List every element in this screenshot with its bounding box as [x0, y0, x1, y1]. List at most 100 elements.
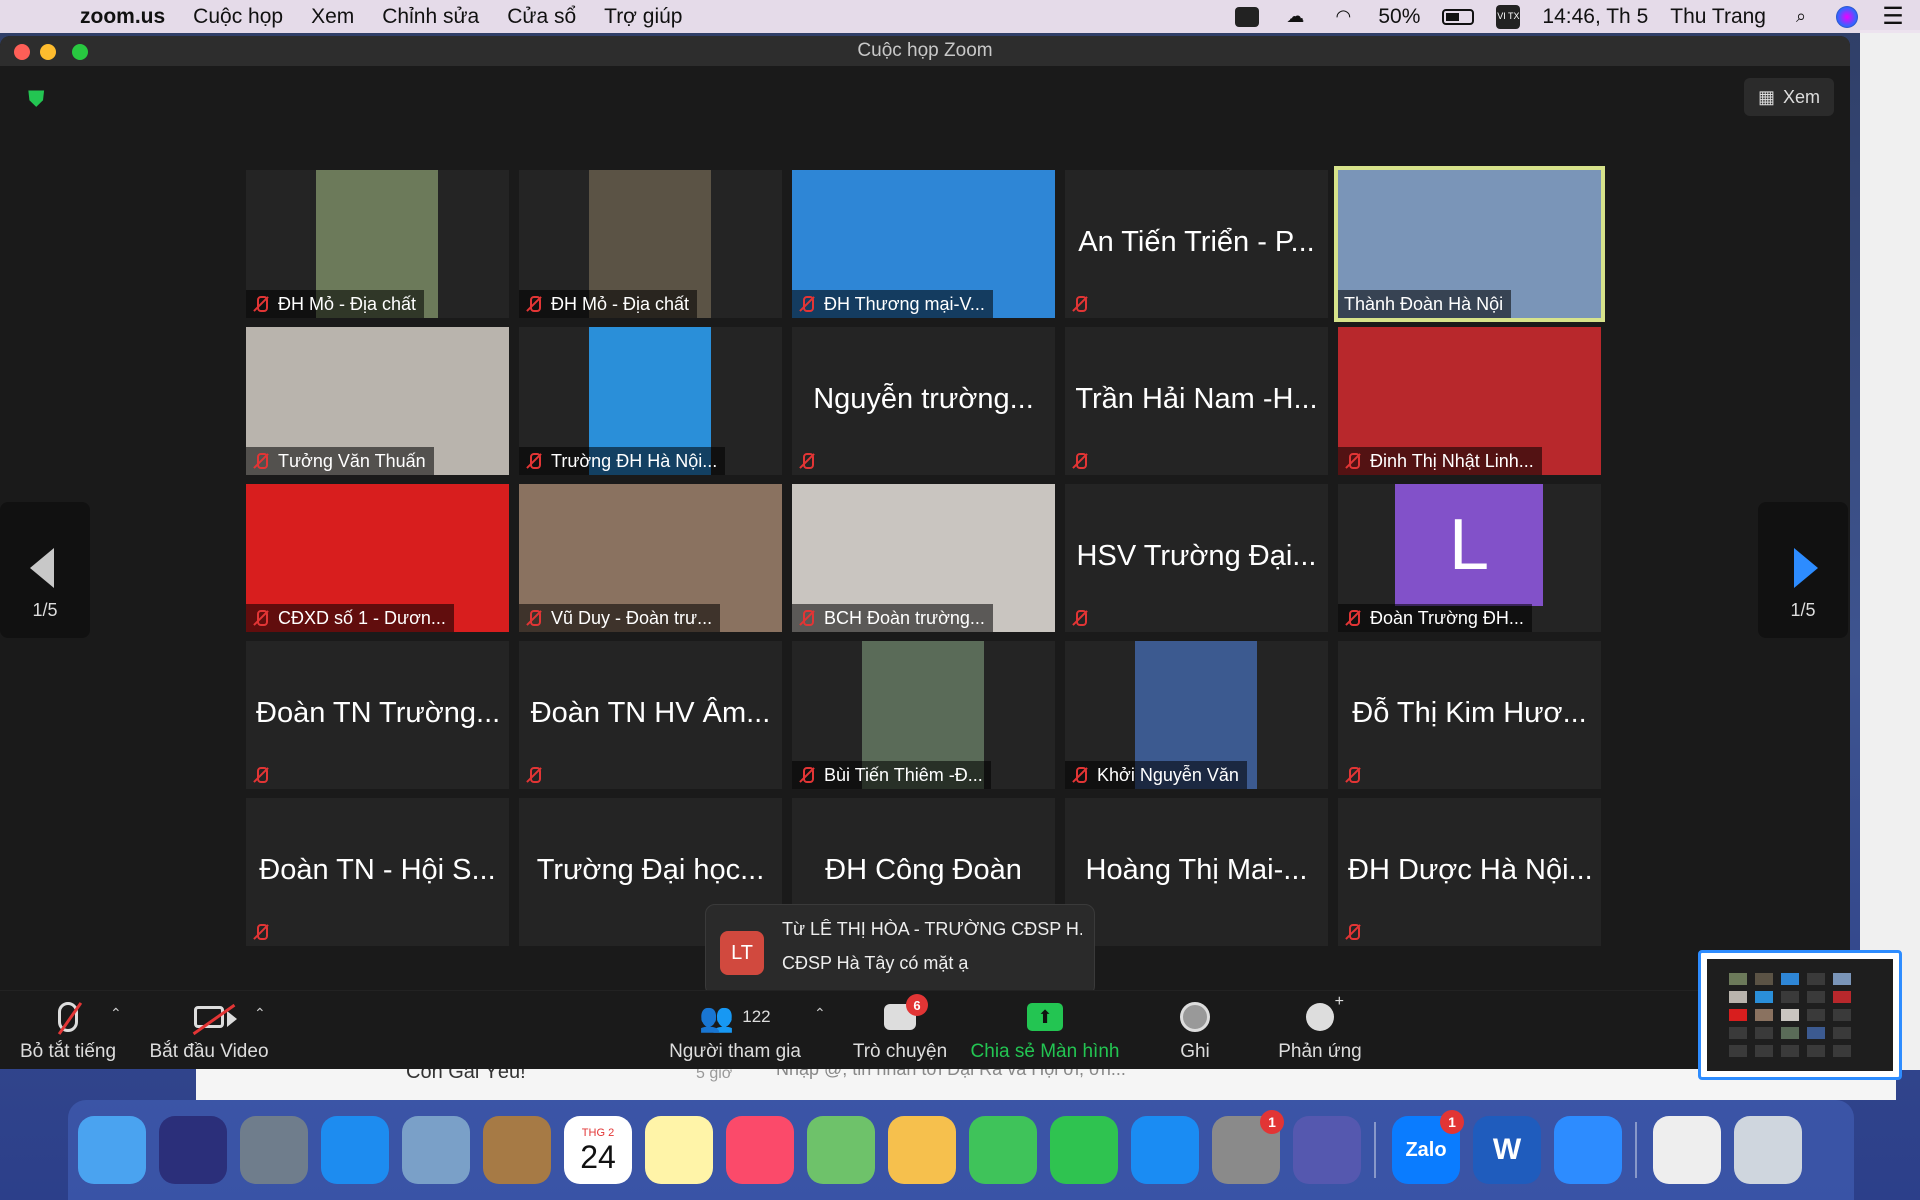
close-window-button[interactable]	[14, 44, 30, 60]
participant-tile[interactable]: CĐXD số 1 - Dươn...	[246, 484, 509, 632]
battery-icon[interactable]	[1442, 8, 1475, 25]
contacts-icon[interactable]	[483, 1116, 551, 1184]
participant-tile[interactable]: BCH Đoàn trường...	[792, 484, 1055, 632]
menu-edit[interactable]: Chỉnh sửa	[382, 5, 479, 29]
mail-stamp-icon[interactable]	[402, 1116, 470, 1184]
participant-tile[interactable]: ĐH Dược Hà Nội...	[1338, 798, 1601, 946]
participant-tile[interactable]: Hoàng Thị Mai-...	[1065, 798, 1328, 946]
participant-tile[interactable]: ĐH Mỏ - Địa chất	[519, 170, 782, 318]
microphone-muted-icon	[58, 1002, 78, 1032]
zalo-icon[interactable]: Zalo 1	[1392, 1110, 1464, 1184]
page-indicator-right: 1/5	[1790, 600, 1816, 620]
clock[interactable]: 14:46, Th 5	[1542, 5, 1648, 29]
notification-center-icon[interactable]: ☰	[1880, 3, 1906, 30]
preview-tile	[1781, 1045, 1799, 1057]
share-screen-button[interactable]: ⬆ Chia sẻ Màn hình	[970, 999, 1120, 1063]
word-icon[interactable]: W	[1473, 1116, 1541, 1184]
trash-icon[interactable]	[1734, 1116, 1802, 1184]
minimize-window-button[interactable]	[40, 44, 56, 60]
finder-icon[interactable]	[78, 1116, 146, 1184]
menu-help[interactable]: Trợ giúp	[604, 5, 682, 29]
notes-icon[interactable]	[645, 1116, 713, 1184]
participant-tile[interactable]: Đoàn TN Trường...	[246, 641, 509, 789]
background-window-edge	[1860, 30, 1920, 1070]
participants-count: 122	[742, 1007, 771, 1026]
participant-tile[interactable]: Tưởng Văn Thuấn	[246, 327, 509, 475]
zoom-icon[interactable]	[1554, 1116, 1622, 1184]
maps-icon[interactable]	[807, 1116, 875, 1184]
user-name[interactable]: Thu Trang	[1670, 5, 1766, 29]
participant-name-bar: Vũ Duy - Đoàn trư...	[519, 604, 721, 632]
participant-name: ĐH Thương mại-V...	[824, 293, 985, 314]
participant-tile[interactable]: L Đoàn Trường ĐH...	[1338, 484, 1601, 632]
menu-meeting[interactable]: Cuộc họp	[193, 5, 283, 29]
encryption-shield-icon[interactable]: ⛊	[28, 86, 50, 112]
photos-icon[interactable]	[888, 1116, 956, 1184]
participant-tile[interactable]: Vũ Duy - Đoàn trư...	[519, 484, 782, 632]
participants-caret-icon[interactable]: ⌃	[814, 1005, 826, 1022]
safari-icon[interactable]	[321, 1116, 389, 1184]
meeting-preview-thumbnail[interactable]	[1698, 950, 1902, 1080]
participant-tile[interactable]: Nguyễn trường...	[792, 327, 1055, 475]
participant-tile[interactable]: Trần Hải Nam -H...	[1065, 327, 1328, 475]
participant-tile[interactable]: Đoàn TN HV Âm...	[519, 641, 782, 789]
participant-name-bar: CĐXD số 1 - Dươn...	[246, 604, 454, 632]
appstore-icon[interactable]	[1131, 1116, 1199, 1184]
participant-tile[interactable]: HSV Trường Đại...	[1065, 484, 1328, 632]
launchpad-icon[interactable]	[240, 1116, 308, 1184]
page-indicator-left: 1/5	[32, 600, 58, 620]
muted-mic-icon	[523, 293, 545, 315]
creative-cloud-icon[interactable]: ☁	[1282, 6, 1308, 28]
view-button[interactable]: ▦ Xem	[1744, 78, 1834, 116]
fullscreen-window-button[interactable]	[72, 44, 88, 60]
participant-tile[interactable]: ĐH Thương mại-V...	[792, 170, 1055, 318]
participant-tile[interactable]: Đỗ Thị Kim Hươ...	[1338, 641, 1601, 789]
participant-tile[interactable]: Bùi Tiến Thiêm -Đ...	[792, 641, 1055, 789]
audio-options-caret-icon[interactable]: ⌃	[110, 1005, 122, 1022]
music-icon[interactable]	[726, 1116, 794, 1184]
calendar-icon[interactable]: THG 2 24	[564, 1116, 632, 1184]
participant-tile[interactable]: Khởi Nguyễn Văn	[1065, 641, 1328, 789]
participant-name-bar	[519, 918, 527, 946]
participant-name-bar: Tưởng Văn Thuấn	[246, 447, 434, 475]
system-preferences-icon[interactable]: 1	[1212, 1110, 1284, 1184]
input-method-icon[interactable]: VI TX	[1496, 4, 1521, 29]
chat-notification-popup[interactable]: LT Từ LÊ THỊ HÒA - TRƯỜNG CĐSP H... CĐSP…	[705, 904, 1095, 1007]
messages-icon[interactable]	[969, 1116, 1037, 1184]
participant-avatar: L	[1395, 484, 1543, 606]
meeting-toolbar: Bỏ tắt tiếng ⌃ Bắt đầu Video ⌃ 👥 122 Ngư…	[0, 990, 1850, 1069]
video-options-caret-icon[interactable]: ⌃	[254, 1005, 266, 1022]
participants-button[interactable]: 👥 122 Người tham gia	[665, 999, 805, 1063]
participant-tile[interactable]: ĐH Mỏ - Địa chất	[246, 170, 509, 318]
participant-name-bar: BCH Đoàn trường...	[792, 604, 993, 632]
participant-tile[interactable]: Trường ĐH Hà Nội...	[519, 327, 782, 475]
siri-icon[interactable]	[1836, 5, 1858, 28]
spotlight-icon[interactable]: ⌕	[1788, 6, 1814, 28]
participant-name-bar	[1065, 604, 1099, 632]
reactions-button[interactable]: Phản ứng	[1275, 993, 1365, 1063]
next-page-button[interactable]: 1/5	[1758, 502, 1848, 638]
participant-tile[interactable]: Đoàn TN - Hội S...	[246, 798, 509, 946]
wifi-icon[interactable]: ◠	[1330, 6, 1356, 28]
zoom-status-icon[interactable]	[1234, 6, 1260, 28]
participant-tile[interactable]: Đinh Thị Nhật Linh...	[1338, 327, 1601, 475]
participant-display-name: Trần Hải Nam -H...	[1075, 383, 1318, 415]
siri-icon[interactable]	[159, 1116, 227, 1184]
dock-badge: 1	[1260, 1110, 1284, 1134]
chat-button[interactable]: 6 Trò chuyện	[845, 994, 955, 1063]
menu-view[interactable]: Xem	[311, 5, 354, 29]
participant-tile[interactable]: Thành Đoàn Hà Nội	[1334, 166, 1605, 322]
participant-name: BCH Đoàn trường...	[824, 607, 985, 628]
menu-bar: zoom.us Cuộc họp Xem Chỉnh sửa Cửa sổ Tr…	[0, 0, 1920, 33]
unmute-button[interactable]: Bỏ tắt tiếng	[18, 999, 118, 1063]
record-button[interactable]: Ghi	[1160, 999, 1230, 1063]
menu-app-name[interactable]: zoom.us	[80, 5, 165, 29]
participant-tile[interactable]: An Tiến Triển - P...	[1065, 170, 1328, 318]
menu-window[interactable]: Cửa sổ	[507, 5, 576, 29]
previous-page-button[interactable]: 1/5	[0, 502, 90, 638]
teams-icon[interactable]	[1293, 1116, 1361, 1184]
facetime-icon[interactable]	[1050, 1116, 1118, 1184]
participant-name: ĐH Mỏ - Địa chất	[551, 293, 690, 314]
preview-tile	[1729, 973, 1747, 985]
document-icon[interactable]	[1653, 1116, 1721, 1184]
